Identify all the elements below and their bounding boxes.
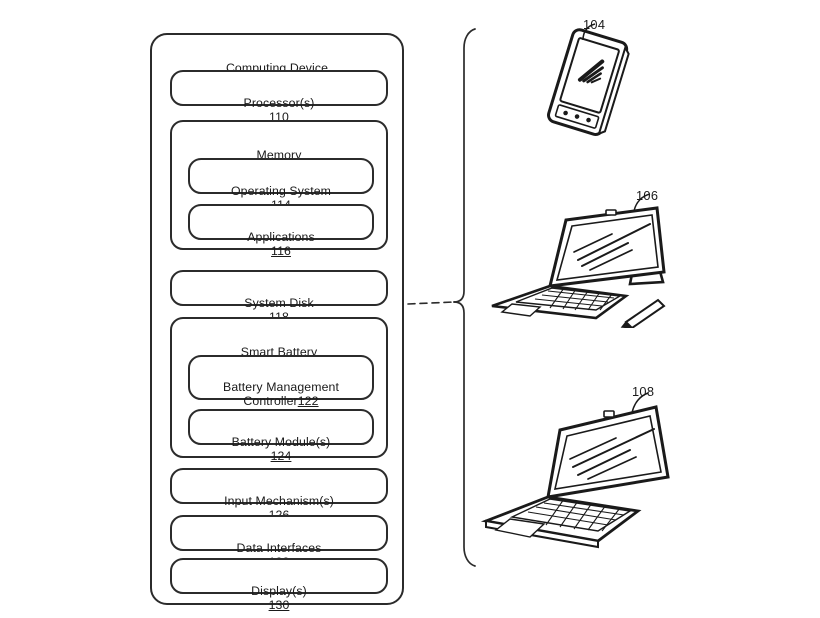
battery-modules-block-label: Battery Module(s) 124 (190, 420, 372, 464)
laptop-camera (603, 410, 615, 418)
tablet-camera (605, 209, 617, 216)
patent-figure: Computing Device 102 Processor(s) 110 Me… (0, 0, 820, 618)
applications-ref: 116 (271, 244, 291, 259)
brace-lower-arm (453, 301, 476, 567)
detachable-tablet-illustration (491, 193, 666, 328)
battery-modules-block: Battery Module(s) 124 (188, 409, 374, 463)
data-interfaces-label-text: Data Interfaces (236, 540, 322, 555)
smart-battery-block: Smart Battery 120 Battery Management Con… (170, 317, 388, 463)
input-mechanisms-block: Input Mechanism(s) 126 (170, 468, 388, 522)
ref-number-106: 106 (636, 188, 659, 203)
operating-system-block: Operating System 114 (188, 158, 374, 212)
brace-upper-arm (453, 28, 476, 303)
battery-modules-ref: 124 (270, 449, 292, 464)
applications-label-text: Applications (247, 229, 315, 244)
ref-number-108: 108 (632, 384, 655, 399)
displays-label-text: Display(s) (251, 583, 307, 598)
memory-block: Memory 112 Operating System 114 Applicat… (170, 120, 388, 258)
displays-ref: 130 (268, 598, 290, 613)
laptop-illustration (480, 392, 670, 549)
stylus (624, 298, 666, 328)
device-group-brace (407, 28, 476, 567)
system-disk-block: System Disk 118 (170, 270, 388, 324)
brace-dashed-leader (407, 301, 455, 305)
battery-management-controller-ref: 122 (297, 394, 319, 409)
displays-block-label: Display(s) 130 (172, 569, 386, 613)
processor-block-label: Processor(s) 110 (172, 81, 386, 125)
battery-management-controller-label-text: Battery Management Controller (223, 379, 339, 409)
processor-label-text: Processor(s) (243, 95, 315, 110)
applications-block: Applications 116 (188, 204, 374, 258)
input-mechanisms-label-text: Input Mechanism(s) (224, 493, 334, 508)
battery-modules-label-text: Battery Module(s) (231, 434, 331, 449)
applications-block-label: Applications 116 (190, 215, 372, 259)
computing-device-container: Computing Device 102 Processor(s) 110 Me… (150, 33, 404, 612)
ref-number-104: 104 (583, 17, 606, 32)
processor-block: Processor(s) 110 (170, 70, 388, 124)
displays-block: Display(s) 130 (170, 558, 388, 612)
data-interfaces-block: Data Interfaces 128 (170, 515, 388, 569)
operating-system-label-text: Operating System (230, 183, 332, 198)
system-disk-label-text: System Disk (244, 295, 314, 310)
battery-management-controller-block-label: Battery Management Controller122 (190, 365, 372, 409)
battery-management-controller-block: Battery Management Controller122 (188, 355, 374, 408)
